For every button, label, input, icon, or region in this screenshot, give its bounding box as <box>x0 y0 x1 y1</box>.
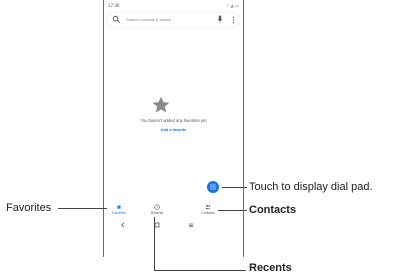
status-time: 17:46 <box>108 3 120 8</box>
dialpad-button[interactable] <box>207 181 219 193</box>
tab-contacts-label: Contacts <box>201 211 215 215</box>
back-icon[interactable] <box>120 222 126 228</box>
favorites-star-icon <box>152 96 170 113</box>
tab-favorites[interactable]: Favorites <box>106 203 132 217</box>
dialpad-callout: Touch to display dial pad. <box>249 181 373 193</box>
mic-icon[interactable] <box>217 15 223 24</box>
phone-screen: 17:46 ⌔ ◭ ▭ Search contacts & places You… <box>103 0 244 257</box>
more-options-icon[interactable] <box>232 16 235 24</box>
star-icon <box>116 204 122 210</box>
recents-callout-line-vertical <box>154 217 155 271</box>
favorites-callout: Favorites <box>6 202 52 214</box>
status-icons: ⌔ ◭ ▭ <box>225 3 239 8</box>
recents-callout: Recents <box>249 262 292 274</box>
system-navigation-bar <box>104 222 243 230</box>
contacts-callout-line <box>218 210 247 211</box>
tab-favorites-label: Favorites <box>112 211 126 215</box>
clock-icon <box>154 204 160 210</box>
search-icon <box>112 15 120 23</box>
recent-apps-icon[interactable] <box>188 222 194 228</box>
tab-recents-label: Recents <box>150 211 164 215</box>
contacts-callout: Contacts <box>249 204 297 216</box>
recents-callout-line-horizontal <box>154 270 246 271</box>
people-icon <box>205 204 211 210</box>
status-bar: 17:46 ⌔ ◭ ▭ <box>104 2 243 10</box>
favorites-callout-line <box>58 208 107 209</box>
dialpad-callout-line <box>222 187 247 188</box>
dialpad-icon <box>210 184 216 190</box>
add-favorite-link[interactable]: Add a favorite <box>104 128 243 132</box>
empty-state-message: You haven't added any favorites yet <box>140 118 207 123</box>
search-input[interactable]: Search contacts & places <box>126 17 171 22</box>
search-bar[interactable]: Search contacts & places <box>107 13 240 27</box>
tab-recents[interactable]: Recents <box>144 203 170 217</box>
